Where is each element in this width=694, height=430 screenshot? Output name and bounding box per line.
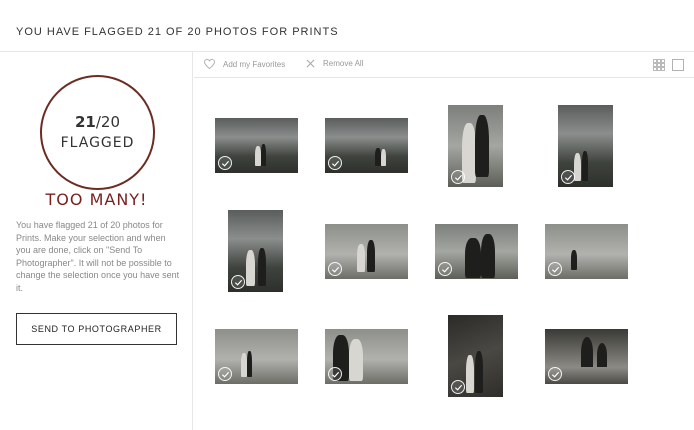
check-icon[interactable]: [328, 262, 342, 276]
remove-all-button[interactable]: Remove All: [306, 59, 363, 68]
send-to-photographer-button[interactable]: SEND TO PHOTOGRAPHER: [16, 313, 177, 345]
photo-figure: [349, 339, 363, 381]
top-bar: YOU HAVE FLAGGED 21 OF 20 PHOTOS FOR PRI…: [0, 0, 694, 52]
check-icon[interactable]: [328, 156, 342, 170]
check-icon[interactable]: [328, 367, 342, 381]
single-view-icon[interactable]: [672, 58, 684, 71]
photo-figure: [581, 337, 593, 367]
check-icon[interactable]: [451, 380, 465, 394]
photo-figure: [258, 248, 266, 286]
check-icon[interactable]: [561, 170, 575, 184]
check-icon[interactable]: [438, 262, 452, 276]
limit-count: 20: [100, 113, 121, 131]
photo-thumbnail[interactable]: [215, 118, 298, 173]
photo-figure: [582, 151, 588, 181]
photo-thumbnail[interactable]: [325, 224, 408, 279]
photo-thumbnail[interactable]: [215, 329, 298, 384]
selection-description: You have flagged 21 of 20 photos for Pri…: [16, 220, 180, 293]
photo-figure: [571, 250, 577, 270]
close-icon: [306, 59, 315, 68]
flagged-label: FLAGGED: [60, 135, 135, 151]
photo-thumbnail[interactable]: [325, 118, 408, 173]
photo-toolbar: Add my Favorites Remove All: [194, 52, 694, 78]
add-favorites-label: Add my Favorites: [223, 59, 286, 69]
photo-thumbnail[interactable]: [545, 224, 628, 279]
photo-figure: [574, 153, 581, 181]
grid-view-icon[interactable]: [653, 58, 665, 71]
check-icon[interactable]: [231, 275, 245, 289]
selected-count: 21: [74, 113, 96, 131]
photo-thumbnail[interactable]: [435, 224, 518, 279]
too-many-warning: TOO MANY!: [45, 190, 148, 209]
page-title: YOU HAVE FLAGGED 21 OF 20 PHOTOS FOR PRI…: [16, 26, 339, 38]
photo-thumbnail[interactable]: [325, 329, 408, 384]
photo-figure: [475, 351, 483, 393]
photo-figure: [597, 343, 607, 367]
photo-thumbnail[interactable]: [545, 329, 628, 384]
photo-figure: [381, 149, 386, 166]
photo-thumbnail[interactable]: [448, 105, 503, 187]
check-icon[interactable]: [451, 170, 465, 184]
heart-icon: [204, 59, 215, 69]
photo-figure: [247, 351, 252, 377]
photo-figure: [246, 250, 255, 286]
photo-figure: [261, 144, 266, 166]
photo-figure: [475, 115, 489, 177]
check-icon[interactable]: [548, 262, 562, 276]
add-favorites-button[interactable]: Add my Favorites: [204, 59, 285, 69]
photo-figure: [367, 240, 375, 272]
remove-all-label: Remove All: [323, 59, 364, 68]
photo-figure: [357, 244, 365, 272]
photo-thumbnail[interactable]: [558, 105, 613, 187]
photo-figure: [466, 355, 474, 393]
photo-thumbnail[interactable]: [448, 315, 503, 397]
check-icon[interactable]: [218, 156, 232, 170]
photo-figure: [465, 238, 481, 278]
flag-counter-circle: 21/20 FLAGGED: [40, 75, 155, 190]
photo-thumbnail[interactable]: [228, 210, 283, 292]
check-icon[interactable]: [548, 367, 562, 381]
check-icon[interactable]: [218, 367, 232, 381]
flag-count: 21/20: [42, 113, 153, 131]
sidebar: 21/20 FLAGGED TOO MANY! You have flagged…: [0, 52, 193, 430]
photo-figure: [481, 234, 495, 278]
